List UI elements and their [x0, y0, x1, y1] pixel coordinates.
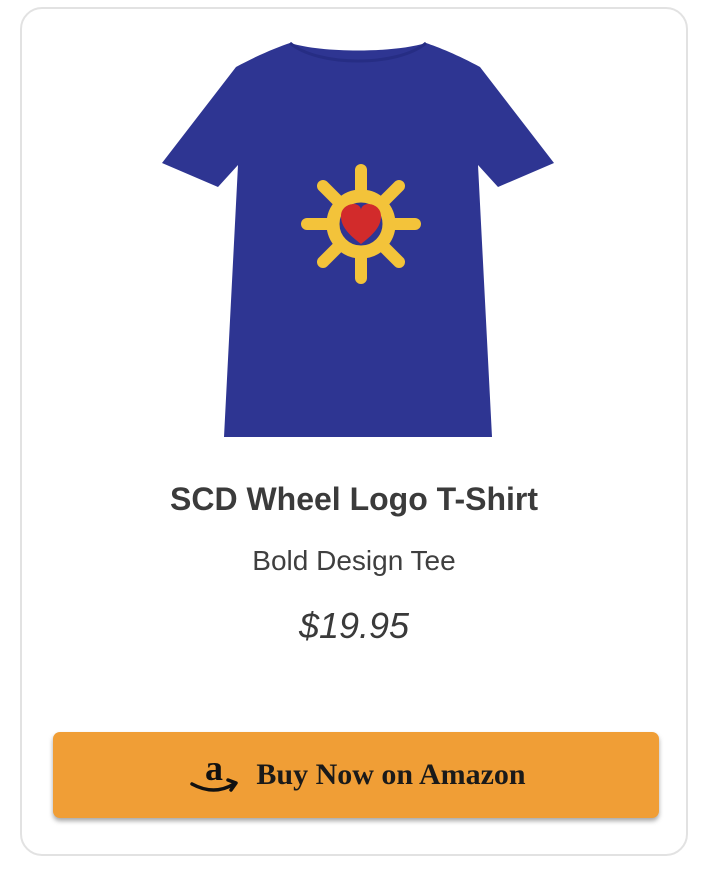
wheel-logo-icon — [301, 164, 421, 284]
product-card: SCD Wheel Logo T-Shirt Bold Design Tee $… — [20, 7, 688, 856]
svg-text:a: a — [205, 752, 223, 788]
amazon-logo-icon: a — [190, 752, 239, 792]
buy-now-button[interactable]: a Buy Now on Amazon — [53, 732, 659, 818]
product-price: $19.95 — [298, 605, 410, 646]
product-image[interactable] — [158, 27, 558, 437]
product-subtitle: Bold Design Tee — [252, 545, 456, 576]
buy-now-label: Buy Now on Amazon — [256, 758, 526, 791]
product-title: SCD Wheel Logo T-Shirt — [170, 481, 538, 517]
